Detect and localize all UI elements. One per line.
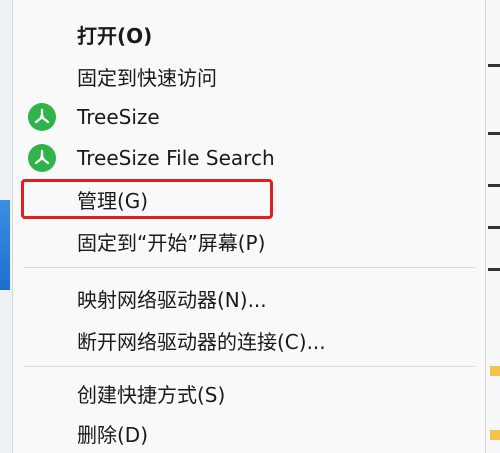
- menu-item-label: 断开网络驱动器的连接(C)...: [77, 329, 326, 354]
- highlight-box: [21, 179, 273, 219]
- menu-separator: [23, 366, 475, 367]
- folder-icon: [490, 366, 500, 376]
- menu-item-label: 固定到“开始”屏幕(P): [77, 230, 266, 255]
- treesize-icon: [28, 144, 56, 172]
- menu-item-label: 创建快捷方式(S): [77, 382, 226, 407]
- menu-item-label: TreeSize File Search: [77, 146, 275, 170]
- menu-item-open[interactable]: 打开(O): [13, 14, 485, 54]
- background-band: [488, 132, 500, 135]
- left-background-strip: [0, 0, 12, 453]
- menu-item-pin-quick-access[interactable]: 固定到快速访问: [13, 56, 485, 96]
- background-band: [488, 226, 500, 229]
- menu-item-label: TreeSize: [77, 105, 160, 129]
- menu-separator: [23, 267, 475, 268]
- menu-item-label: 固定到快速访问: [77, 65, 217, 90]
- background-band: [488, 268, 500, 271]
- menu-item-label: 删除(D): [77, 422, 149, 447]
- context-menu: 打开(O) 固定到快速访问 TreeSize TreeSize File Sea…: [12, 0, 486, 453]
- desktop-background: 打开(O) 固定到快速访问 TreeSize TreeSize File Sea…: [0, 0, 500, 453]
- background-tile: [0, 200, 10, 290]
- treesize-icon: [28, 103, 56, 131]
- menu-item-label: 打开(O): [77, 23, 153, 48]
- menu-item-delete[interactable]: 删除(D): [13, 413, 485, 453]
- menu-item-treesize-file-search[interactable]: TreeSize File Search: [13, 138, 485, 178]
- menu-item-label: 映射网络驱动器(N)...: [77, 287, 267, 312]
- menu-item-pin-start[interactable]: 固定到“开始”屏幕(P): [13, 221, 485, 261]
- folder-icon: [490, 430, 500, 440]
- right-background-strip: [486, 0, 500, 453]
- menu-item-create-shortcut[interactable]: 创建快捷方式(S): [13, 373, 485, 413]
- background-band: [488, 184, 500, 187]
- menu-item-treesize[interactable]: TreeSize: [13, 97, 485, 137]
- menu-item-disconnect-network-drive[interactable]: 断开网络驱动器的连接(C)...: [13, 320, 485, 360]
- menu-item-map-network-drive[interactable]: 映射网络驱动器(N)...: [13, 278, 485, 318]
- background-band: [488, 64, 500, 67]
